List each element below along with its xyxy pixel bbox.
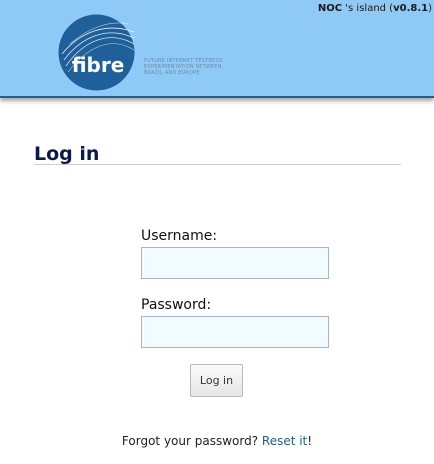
reset-password-link[interactable]: Reset it (262, 434, 307, 448)
logo-text: fibre (72, 53, 125, 77)
version-number: v0.8.1 (393, 3, 429, 14)
title-divider (34, 164, 401, 165)
tagline: FUTURE INTERNET TESTBEDS EXPERIMENTATION… (144, 58, 223, 76)
fibre-logo[interactable]: fibre (58, 14, 135, 91)
site-header: NOC 's island (v0.8.1) fibre FUTURE INTE… (0, 0, 434, 98)
login-button[interactable]: Log in (190, 364, 243, 397)
username-input[interactable] (141, 247, 329, 279)
password-input[interactable] (141, 316, 329, 348)
page-title: Log in (34, 143, 100, 165)
forgot-label: Forgot your password? (121, 434, 262, 448)
island-suffix: 's island ( (342, 3, 394, 14)
username-label: Username: (141, 228, 218, 244)
island-close: ) (428, 3, 432, 14)
island-info: NOC 's island (v0.8.1) (318, 3, 432, 14)
tagline-line-3: BRAZIL AND EUROPE (144, 70, 200, 76)
password-label: Password: (141, 297, 212, 313)
forgot-suffix: ! (307, 434, 313, 448)
forgot-password-text: Forgot your password? Reset it! (0, 434, 434, 448)
island-name: NOC (317, 3, 343, 14)
